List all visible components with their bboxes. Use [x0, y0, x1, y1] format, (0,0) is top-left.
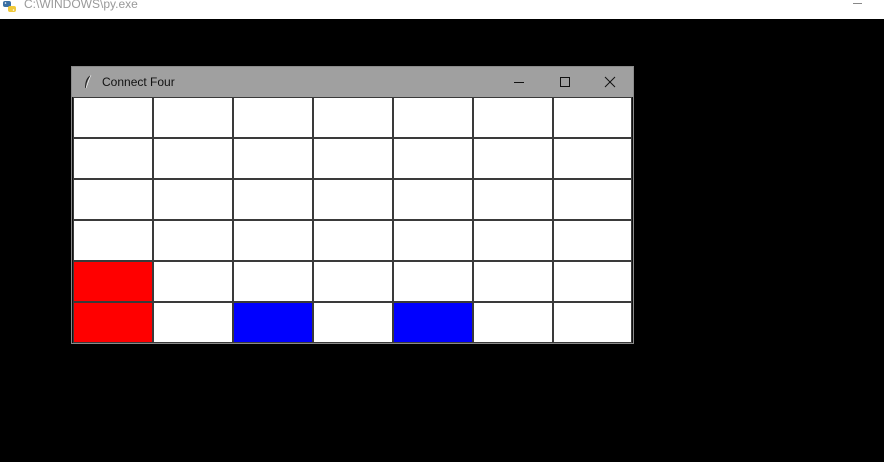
board-cell[interactable]: [553, 97, 632, 138]
board-cell[interactable]: [393, 220, 473, 261]
board-cell[interactable]: [73, 302, 153, 343]
board-cell[interactable]: [233, 138, 313, 179]
board-cell[interactable]: [153, 138, 233, 179]
window-title: Connect Four: [102, 75, 175, 89]
board-cell[interactable]: [73, 97, 153, 138]
board-cell[interactable]: [233, 220, 313, 261]
board-cell[interactable]: [233, 302, 313, 343]
console-title: C:\WINDOWS\py.exe: [24, 0, 138, 11]
minimize-button[interactable]: [496, 67, 542, 97]
board-cell[interactable]: [153, 179, 233, 220]
console-window: C:\WINDOWS\py.exe Connect Four: [0, 0, 884, 462]
board-cell[interactable]: [313, 138, 393, 179]
board-cell[interactable]: [473, 302, 553, 343]
board-cell[interactable]: [73, 138, 153, 179]
board-cell[interactable]: [73, 261, 153, 302]
maximize-button[interactable]: [542, 67, 588, 97]
game-board: [72, 97, 633, 343]
board-cell[interactable]: [153, 97, 233, 138]
board-cell[interactable]: [393, 261, 473, 302]
board-cell[interactable]: [73, 220, 153, 261]
console-minimize-button[interactable]: [852, 0, 864, 8]
board-cell[interactable]: [73, 179, 153, 220]
board-cell[interactable]: [473, 97, 553, 138]
board-cell[interactable]: [313, 97, 393, 138]
window-titlebar[interactable]: Connect Four: [72, 67, 633, 97]
board-cell[interactable]: [313, 261, 393, 302]
board-cell[interactable]: [153, 220, 233, 261]
board-cell[interactable]: [553, 138, 632, 179]
minimize-icon: [514, 82, 524, 83]
board-cell[interactable]: [233, 97, 313, 138]
board-cell[interactable]: [233, 261, 313, 302]
close-button[interactable]: [587, 67, 633, 97]
board-cell[interactable]: [473, 138, 553, 179]
maximize-icon: [560, 77, 570, 87]
board-cell[interactable]: [553, 302, 632, 343]
board-cell[interactable]: [393, 179, 473, 220]
feather-icon: [85, 74, 92, 89]
board-cell[interactable]: [313, 179, 393, 220]
board-cell[interactable]: [473, 261, 553, 302]
board-cell[interactable]: [553, 220, 632, 261]
board-cell[interactable]: [153, 302, 233, 343]
console-titlebar: C:\WINDOWS\py.exe: [0, 0, 884, 19]
connect-four-window: Connect Four: [71, 66, 634, 344]
board-cell[interactable]: [233, 179, 313, 220]
board-cell[interactable]: [313, 302, 393, 343]
board-cell[interactable]: [473, 179, 553, 220]
close-icon: [604, 76, 616, 88]
board-cell[interactable]: [393, 302, 473, 343]
board-cell[interactable]: [153, 261, 233, 302]
board-cell[interactable]: [553, 179, 632, 220]
board-cell[interactable]: [393, 97, 473, 138]
board-cell[interactable]: [473, 220, 553, 261]
board-cell[interactable]: [393, 138, 473, 179]
board-cell[interactable]: [313, 220, 393, 261]
board-cell[interactable]: [553, 261, 632, 302]
python-icon: [3, 1, 16, 12]
